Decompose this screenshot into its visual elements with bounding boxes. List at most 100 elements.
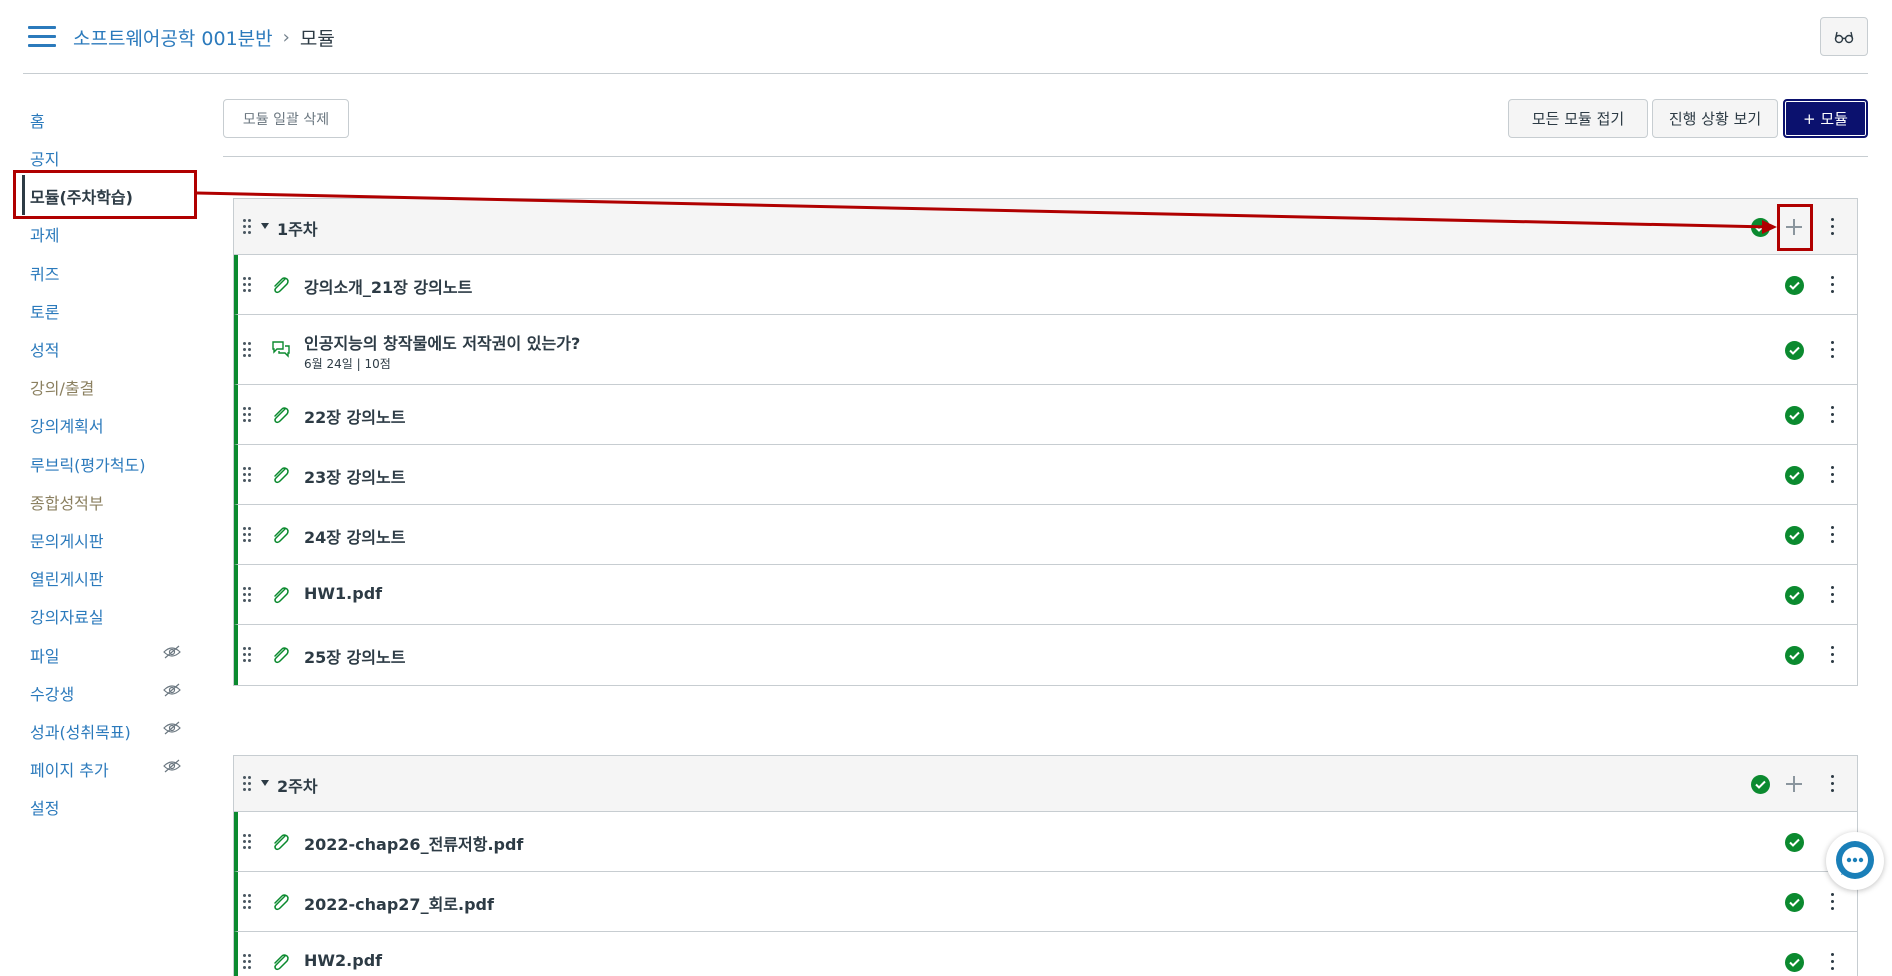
nav-item-grades[interactable]: 성적 — [30, 337, 59, 361]
nav-item-settings[interactable]: 설정 — [30, 795, 59, 819]
published-check-icon[interactable] — [1785, 406, 1804, 425]
published-check-icon[interactable] — [1785, 833, 1804, 852]
hidden-eye-icon — [163, 645, 181, 659]
glasses-icon — [1834, 31, 1854, 43]
nav-item-rubrics[interactable]: 루브릭(평가척도) — [30, 452, 146, 476]
breadcrumb: 소프트웨어공학 001분반 › 모듈 — [73, 24, 335, 51]
hamburger-menu-icon[interactable] — [28, 26, 56, 48]
immersive-reader-button[interactable] — [1820, 17, 1868, 56]
published-check-icon[interactable] — [1751, 775, 1770, 794]
nav-item-outcomes[interactable]: 성과(성취목표) — [30, 719, 131, 743]
module-title: 1주차 — [277, 220, 318, 239]
attachment-paperclip-icon — [274, 277, 289, 294]
item-menu-kebab-icon[interactable] — [1830, 646, 1836, 664]
annotation-highlight-add-item — [1777, 204, 1813, 251]
page-header: 소프트웨어공학 001분반 › 모듈 — [0, 0, 1892, 74]
hidden-eye-icon — [163, 683, 181, 697]
module-week-1: 1주차 강의소개_21장 강의노트 인공지능의 창작물에도 저작권이 있는가? … — [233, 198, 1858, 686]
view-progress-button[interactable]: 진행 상황 보기 — [1652, 99, 1778, 138]
item-menu-kebab-icon[interactable] — [1830, 406, 1836, 424]
nav-item-open-board[interactable]: 열린게시판 — [30, 566, 104, 590]
nav-item-assignments[interactable]: 과제 — [30, 222, 59, 246]
drag-handle-icon[interactable] — [243, 467, 253, 483]
nav-item-announcements[interactable]: 공지 — [30, 146, 59, 170]
published-check-icon[interactable] — [1785, 953, 1804, 972]
nav-item-people[interactable]: 수강생 — [30, 681, 74, 705]
nav-item-syllabus[interactable]: 강의계획서 — [30, 413, 104, 437]
item-menu-kebab-icon[interactable] — [1830, 586, 1836, 604]
module-item-title[interactable]: 23장 강의노트 — [304, 464, 405, 488]
drag-handle-icon[interactable] — [243, 834, 253, 850]
published-check-icon[interactable] — [1785, 586, 1804, 605]
module-item: 2022-chap27_회로.pdf — [234, 872, 1857, 932]
drag-handle-icon[interactable] — [243, 527, 253, 543]
bulk-delete-modules-button[interactable]: 모듈 일괄 삭제 — [223, 99, 349, 138]
nav-item-discussions[interactable]: 토론 — [30, 299, 59, 323]
hidden-eye-icon — [163, 759, 181, 773]
module-menu-kebab-icon[interactable] — [1830, 218, 1836, 236]
module-item: 24장 강의노트 — [234, 505, 1857, 565]
collapse-caret-icon[interactable] — [261, 223, 269, 229]
module-item-title[interactable]: 22장 강의노트 — [304, 404, 405, 428]
header-divider — [23, 73, 1868, 74]
published-check-icon[interactable] — [1785, 276, 1804, 295]
module-menu-kebab-icon[interactable] — [1830, 775, 1836, 793]
nav-item-qna-board[interactable]: 문의게시판 — [30, 528, 104, 552]
published-check-icon[interactable] — [1785, 466, 1804, 485]
nav-item-files[interactable]: 파일 — [30, 643, 59, 667]
breadcrumb-course-link[interactable]: 소프트웨어공학 001분반 — [73, 24, 273, 51]
module-header[interactable]: 1주차 — [234, 199, 1857, 255]
module-item: 23장 강의노트 — [234, 445, 1857, 505]
module-item-title[interactable]: 인공지능의 창작물에도 저작권이 있는가? — [304, 330, 580, 354]
published-check-icon[interactable] — [1785, 893, 1804, 912]
module-item: 인공지능의 창작물에도 저작권이 있는가? 6월 24일 | 10점 — [234, 315, 1857, 385]
module-item-title[interactable]: HW1.pdf — [304, 584, 382, 603]
drag-handle-icon[interactable] — [243, 407, 253, 423]
nav-item-resources[interactable]: 강의자료실 — [30, 604, 104, 628]
published-check-icon[interactable] — [1785, 341, 1804, 360]
nav-item-lecture-attendance[interactable]: 강의/출결 — [30, 375, 94, 399]
breadcrumb-current: 모듈 — [299, 28, 335, 50]
published-check-icon[interactable] — [1785, 526, 1804, 545]
drag-handle-icon[interactable] — [243, 894, 253, 910]
nav-item-quizzes[interactable]: 퀴즈 — [30, 261, 59, 285]
nav-item-gradebook[interactable]: 종합성적부 — [30, 490, 104, 514]
module-title: 2주차 — [277, 777, 318, 796]
module-item-title[interactable]: HW2.pdf — [304, 951, 382, 970]
drag-handle-icon[interactable] — [243, 277, 253, 293]
attachment-paperclip-icon — [274, 587, 289, 604]
drag-handle-icon[interactable] — [243, 219, 253, 235]
drag-handle-icon[interactable] — [243, 587, 253, 603]
module-item: 22장 강의노트 — [234, 385, 1857, 445]
module-item-title[interactable]: 2022-chap26_전류저항.pdf — [304, 831, 523, 855]
module-item-title[interactable]: 25장 강의노트 — [304, 644, 405, 668]
item-menu-kebab-icon[interactable] — [1830, 341, 1836, 359]
module-header[interactable]: 2주차 — [234, 756, 1857, 812]
module-item: 25장 강의노트 — [234, 625, 1857, 685]
module-item-title[interactable]: 강의소개_21장 강의노트 — [304, 274, 472, 298]
published-check-icon[interactable] — [1785, 646, 1804, 665]
item-menu-kebab-icon[interactable] — [1830, 953, 1836, 971]
drag-handle-icon[interactable] — [243, 776, 253, 792]
module-week-2: 2주차 2022-chap26_전류저항.pdf 2022-chap27_회로.… — [233, 755, 1858, 976]
attachment-paperclip-icon — [274, 407, 289, 424]
item-menu-kebab-icon[interactable] — [1830, 276, 1836, 294]
chat-support-button[interactable] — [1826, 832, 1884, 890]
module-item-title[interactable]: 24장 강의노트 — [304, 524, 405, 548]
drag-handle-icon[interactable] — [243, 342, 253, 358]
add-item-plus-icon[interactable] — [1785, 775, 1803, 793]
drag-handle-icon[interactable] — [243, 647, 253, 663]
item-menu-kebab-icon[interactable] — [1830, 893, 1836, 911]
item-menu-kebab-icon[interactable] — [1830, 466, 1836, 484]
nav-item-pages[interactable]: 페이지 추가 — [30, 757, 109, 781]
add-module-button[interactable]: + 모듈 — [1783, 99, 1868, 138]
published-check-icon[interactable] — [1751, 218, 1770, 237]
collapse-all-modules-button[interactable]: 모든 모듈 접기 — [1508, 99, 1648, 138]
attachment-paperclip-icon — [274, 894, 289, 911]
module-item: 2022-chap26_전류저항.pdf — [234, 812, 1857, 872]
module-item-title[interactable]: 2022-chap27_회로.pdf — [304, 891, 494, 915]
drag-handle-icon[interactable] — [243, 954, 253, 970]
item-menu-kebab-icon[interactable] — [1830, 526, 1836, 544]
collapse-caret-icon[interactable] — [261, 780, 269, 786]
nav-item-home[interactable]: 홈 — [30, 108, 45, 132]
